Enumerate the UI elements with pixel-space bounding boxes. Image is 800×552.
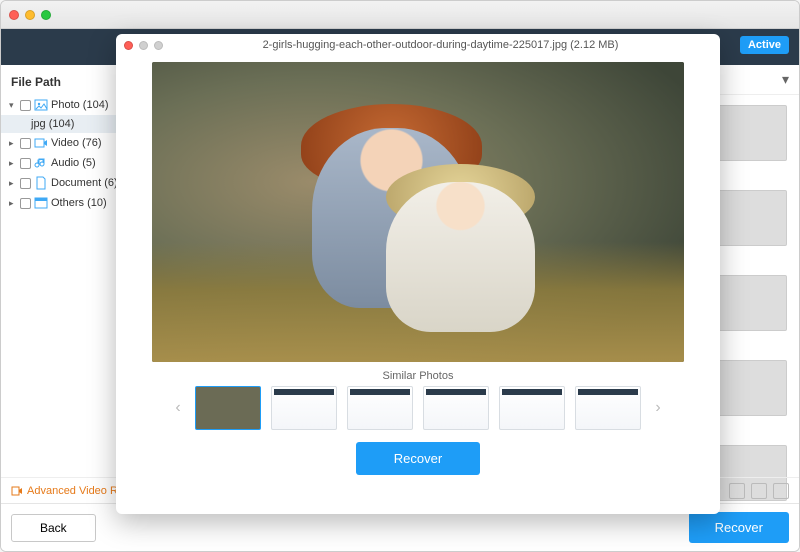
tree-label: Others (10) [51, 197, 107, 209]
similar-thumb[interactable] [575, 386, 641, 430]
modal-minimize-icon[interactable] [139, 41, 148, 50]
similar-thumb[interactable] [499, 386, 565, 430]
chevron-right-icon[interactable]: ▸ [9, 158, 17, 169]
tree-item-audio[interactable]: ▸ Audio (5) [1, 153, 130, 173]
others-icon [34, 196, 48, 210]
similar-thumb[interactable] [271, 386, 337, 430]
audio-icon [34, 156, 48, 170]
carousel-next-icon[interactable]: › [649, 399, 667, 417]
preview-modal: 2-girls-hugging-each-other-outdoor-durin… [116, 34, 720, 514]
tree-label: jpg (104) [31, 118, 74, 130]
similar-thumb[interactable] [347, 386, 413, 430]
tree-item-document[interactable]: ▸ Document (6) [1, 173, 130, 193]
video-icon [34, 136, 48, 150]
tree-item-others[interactable]: ▸ Others (10) [1, 193, 130, 213]
checkbox[interactable] [20, 198, 31, 209]
carousel-prev-icon[interactable]: ‹ [169, 399, 187, 417]
chevron-right-icon[interactable]: ▸ [9, 198, 17, 209]
grid-view-icon[interactable] [729, 483, 745, 499]
preview-image [152, 62, 684, 362]
tree-item-video[interactable]: ▸ Video (76) [1, 133, 130, 153]
carousel-thumbs [195, 386, 641, 430]
sidebar-title: File Path [1, 71, 130, 95]
back-button[interactable]: Back [11, 514, 96, 542]
window-titlebar [1, 1, 799, 29]
tree-label: Document (6) [51, 177, 118, 189]
video-recover-icon [11, 485, 23, 497]
preview-title: 2-girls-hugging-each-other-outdoor-durin… [169, 39, 712, 51]
minimize-window-icon[interactable] [25, 10, 35, 20]
chevron-down-icon[interactable]: ▾ [9, 100, 17, 111]
similar-thumb[interactable] [195, 386, 261, 430]
similar-thumb[interactable] [423, 386, 489, 430]
zoom-window-icon[interactable] [41, 10, 51, 20]
tree-label: Audio (5) [51, 157, 96, 169]
recover-button[interactable]: Recover [689, 512, 789, 543]
filter-icon[interactable]: ▾ [782, 71, 789, 88]
modal-zoom-icon[interactable] [154, 41, 163, 50]
active-badge[interactable]: Active [740, 36, 789, 54]
tree-item-photo[interactable]: ▾ Photo (104) [1, 95, 130, 115]
close-window-icon[interactable] [9, 10, 19, 20]
chevron-right-icon[interactable]: ▸ [9, 138, 17, 149]
modal-close-icon[interactable] [124, 41, 133, 50]
modal-recover-button[interactable]: Recover [356, 442, 480, 475]
advanced-video-recovery-link[interactable]: Advanced Video Rec [11, 485, 130, 497]
modal-titlebar: 2-girls-hugging-each-other-outdoor-durin… [116, 34, 720, 56]
document-icon [34, 176, 48, 190]
tree-label: Photo (104) [51, 99, 108, 111]
traffic-lights [9, 10, 51, 20]
checkbox[interactable] [20, 138, 31, 149]
checkbox[interactable] [20, 100, 31, 111]
checkbox[interactable] [20, 158, 31, 169]
tree-item-jpg[interactable]: jpg (104) [1, 115, 130, 133]
sidebar: File Path ▾ Photo (104) jpg (104) ▸ Vide… [1, 65, 131, 503]
photo-icon [34, 98, 48, 112]
similar-carousel: ‹ › [116, 386, 720, 430]
view-toggles [729, 483, 789, 499]
tree-label: Video (76) [51, 137, 102, 149]
similar-photos-label: Similar Photos [116, 370, 720, 382]
checkbox[interactable] [20, 178, 31, 189]
detail-view-icon[interactable] [773, 483, 789, 499]
chevron-right-icon[interactable]: ▸ [9, 178, 17, 189]
list-view-icon[interactable] [751, 483, 767, 499]
advanced-label: Advanced Video Rec [27, 485, 130, 497]
